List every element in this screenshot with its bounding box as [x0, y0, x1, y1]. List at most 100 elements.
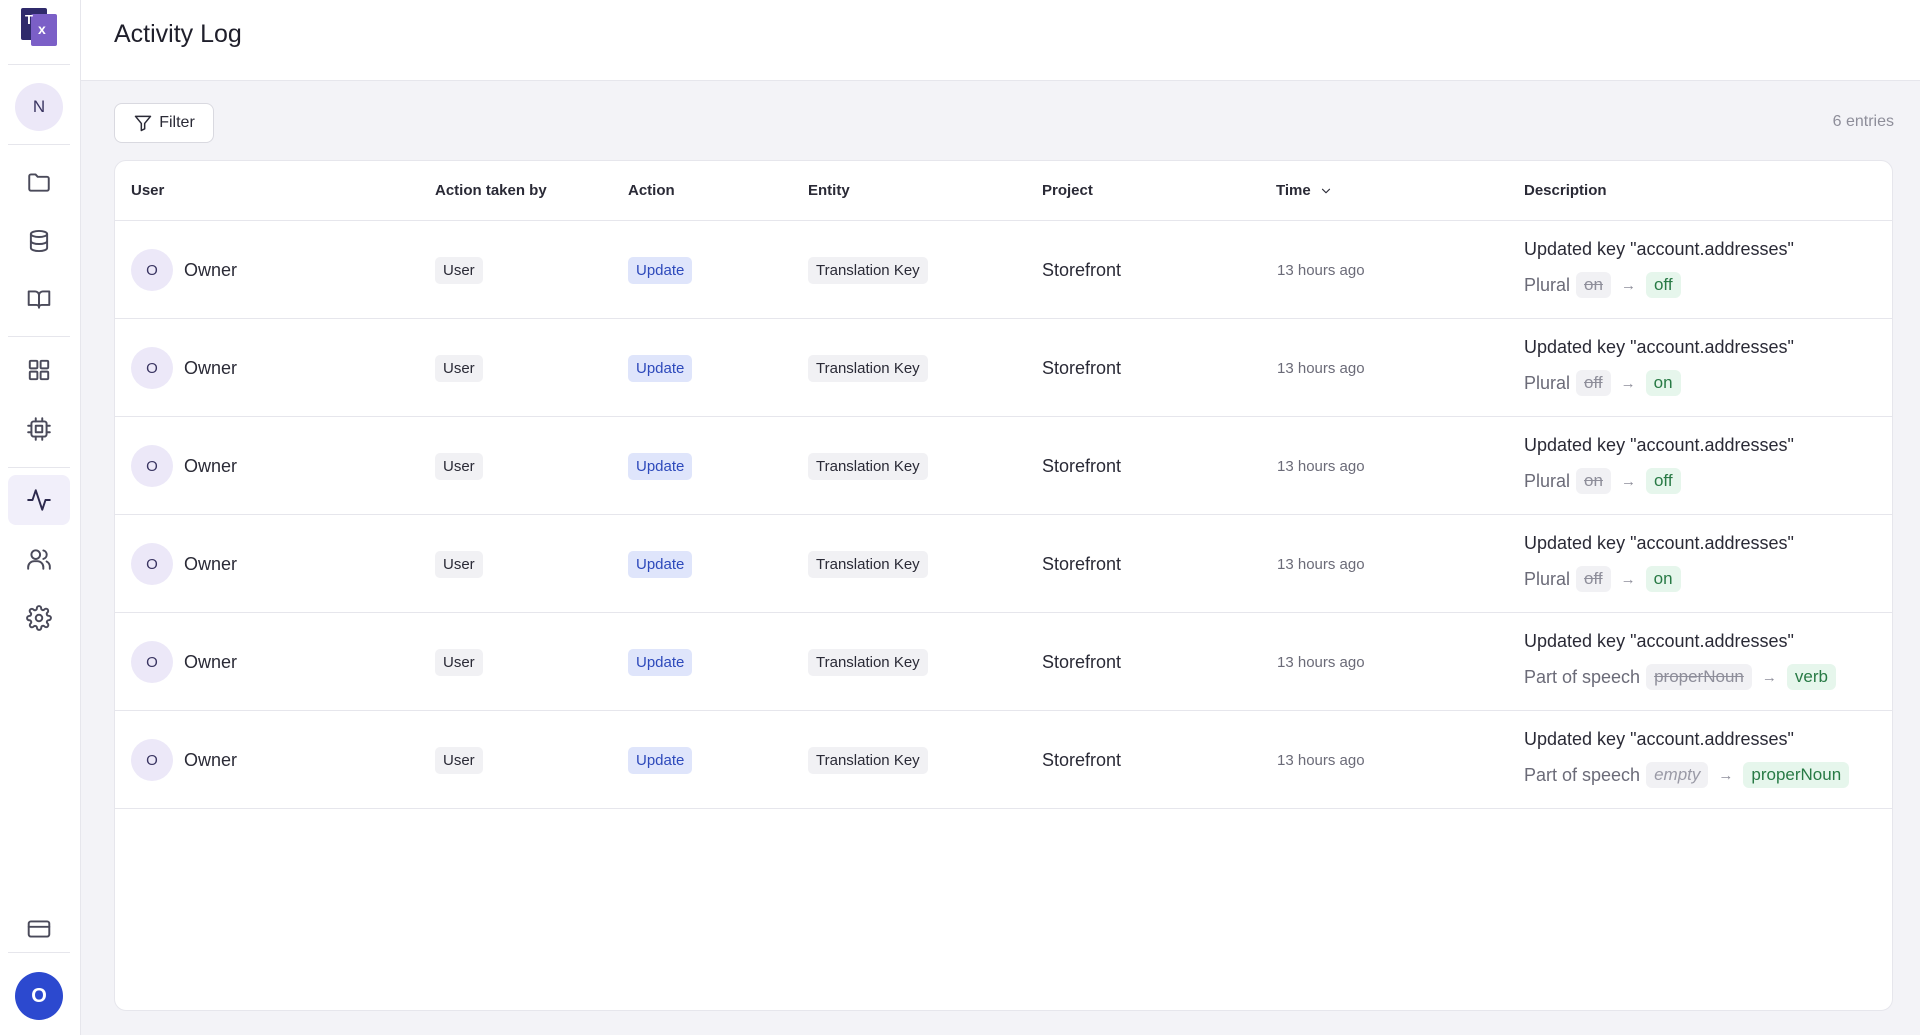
nav-settings[interactable]: [8, 593, 70, 643]
project-name: Storefront: [1042, 455, 1122, 476]
nav-billing[interactable]: [8, 904, 70, 954]
workspace-avatar[interactable]: N: [15, 83, 63, 131]
description-cell: Updated key "account.addresses" Plural o…: [1524, 239, 1794, 299]
description-change: Plural on → off: [1524, 467, 1794, 495]
action-taken-by-badge: User: [435, 452, 483, 480]
change-field-label: Plural: [1524, 372, 1571, 393]
description-change: Plural off → on: [1524, 565, 1794, 593]
action-badge: Update: [628, 746, 693, 774]
entity-badge: Translation Key: [808, 452, 928, 480]
entity-badge: Translation Key: [808, 256, 928, 284]
action-badge: Update: [628, 354, 693, 382]
row-user-name: Owner: [184, 259, 238, 280]
action-badge: Update: [628, 550, 693, 578]
nav-members[interactable]: [8, 534, 70, 584]
arrow-right-icon: →: [1620, 472, 1636, 490]
row-user-avatar: O: [131, 543, 173, 585]
chip-icon: [27, 417, 51, 441]
entity-badge: Translation Key: [808, 354, 928, 382]
svg-text:x: x: [38, 21, 46, 37]
table-row[interactable]: O Owner User Update Translation Key Stor…: [115, 417, 1892, 515]
column-header-action: Action: [628, 182, 675, 199]
entity-badge: Translation Key: [808, 746, 928, 774]
action-badge: Update: [628, 256, 693, 284]
time-cell: 13 hours ago: [1277, 319, 1365, 417]
user-cell: O Owner: [131, 711, 237, 809]
description-title: Updated key "account.addresses": [1524, 533, 1794, 553]
action-taken-by-badge: User: [435, 648, 483, 676]
description-title: Updated key "account.addresses": [1524, 631, 1794, 651]
action-cell: Update: [628, 515, 693, 613]
user-cell: O Owner: [131, 515, 237, 613]
arrow-right-icon: →: [1620, 374, 1636, 392]
sidebar-divider: [8, 336, 70, 337]
filter-icon: [134, 115, 152, 132]
table-row[interactable]: O Owner User Update Translation Key Stor…: [115, 319, 1892, 417]
chevron-down-icon: [1321, 188, 1330, 193]
action-cell: Update: [628, 711, 693, 809]
entries-count: 6 entries: [1832, 113, 1894, 130]
action-taken-by-cell: User: [435, 221, 483, 319]
arrow-right-icon: →: [1718, 766, 1734, 784]
app-logo[interactable]: T x: [21, 6, 57, 46]
filter-button[interactable]: Filter: [114, 103, 214, 143]
time-ago: 13 hours ago: [1277, 261, 1365, 279]
gear-icon: [26, 605, 52, 631]
nav-glossary[interactable]: [8, 274, 70, 324]
action-taken-by-cell: User: [435, 319, 483, 417]
page-header: Activity Log: [81, 0, 1920, 81]
new-value: on: [1645, 566, 1681, 592]
svg-text:T: T: [25, 12, 33, 27]
column-header-time[interactable]: Time: [1276, 182, 1333, 199]
column-header-time-label: Time: [1276, 182, 1311, 199]
activity-table: User Action taken by Action Entity Proje…: [114, 160, 1893, 1011]
table-row[interactable]: O Owner User Update Translation Key Stor…: [115, 613, 1892, 711]
action-taken-by-badge: User: [435, 746, 483, 774]
column-header-entity: Entity: [808, 182, 850, 199]
description-cell: Updated key "account.addresses" Part of …: [1524, 729, 1850, 789]
row-user-name: Owner: [184, 749, 238, 770]
project-name: Storefront: [1042, 553, 1122, 574]
user-avatar[interactable]: O: [15, 972, 63, 1020]
new-value: off: [1645, 468, 1681, 494]
project-cell: Storefront: [1042, 417, 1121, 515]
new-value: properNoun: [1743, 762, 1850, 788]
column-header-description: Description: [1524, 182, 1607, 199]
row-user-avatar: O: [131, 445, 173, 487]
table-row[interactable]: O Owner User Update Translation Key Stor…: [115, 711, 1892, 809]
table-row[interactable]: O Owner User Update Translation Key Stor…: [115, 515, 1892, 613]
nav-activity-log[interactable]: [8, 475, 70, 525]
old-value: off: [1576, 370, 1611, 396]
action-cell: Update: [628, 613, 693, 711]
description-title: Updated key "account.addresses": [1524, 337, 1794, 357]
nav-database[interactable]: [8, 216, 70, 266]
folder-icon: [28, 173, 50, 192]
action-taken-by-cell: User: [435, 613, 483, 711]
action-taken-by-badge: User: [435, 256, 483, 284]
table-row[interactable]: O Owner User Update Translation Key Stor…: [115, 221, 1892, 319]
row-user-avatar: O: [131, 347, 173, 389]
nav-dashboard[interactable]: [8, 345, 70, 395]
time-cell: 13 hours ago: [1277, 711, 1365, 809]
sidebar: T x N O: [0, 0, 81, 1035]
book-icon: [27, 290, 51, 309]
arrow-right-icon: →: [1620, 570, 1636, 588]
description-title: Updated key "account.addresses": [1524, 729, 1794, 749]
entity-badge: Translation Key: [808, 648, 928, 676]
nav-projects[interactable]: [8, 157, 70, 207]
grid-icon: [28, 359, 50, 381]
change-field-label: Plural: [1524, 274, 1571, 295]
filter-label: Filter: [159, 114, 195, 131]
project-name: Storefront: [1042, 357, 1122, 378]
database-icon: [29, 229, 49, 253]
change-field-label: Plural: [1524, 470, 1571, 491]
description-change: Plural off → on: [1524, 369, 1794, 397]
nav-integrations[interactable]: [8, 404, 70, 454]
old-value: empty: [1646, 762, 1709, 788]
action-cell: Update: [628, 417, 693, 515]
description-cell: Updated key "account.addresses" Plural o…: [1524, 533, 1794, 593]
old-value: on: [1576, 272, 1611, 298]
page-title: Activity Log: [114, 20, 242, 48]
arrow-right-icon: →: [1761, 668, 1777, 686]
description-change: Plural on → off: [1524, 271, 1794, 299]
